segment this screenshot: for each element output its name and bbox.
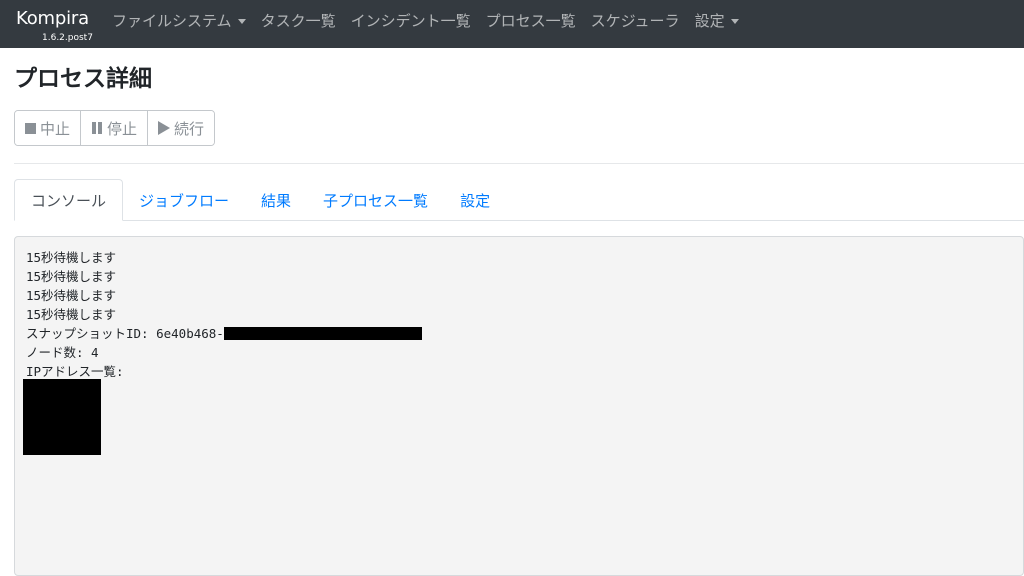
nav-item-label: インシデント一覧 — [350, 12, 471, 30]
nav-item-tasks[interactable]: タスク一覧 — [261, 11, 336, 31]
nav-item-label: プロセス一覧 — [485, 12, 576, 30]
top-navbar: Kompira 1.6.2.post7 ファイルシステム タスク一覧 インシデン… — [0, 0, 1024, 48]
version-label: 1.6.2.post7 — [42, 33, 93, 43]
nav-item-processes[interactable]: プロセス一覧 — [486, 11, 576, 31]
nav-item-settings[interactable]: 設定 — [695, 11, 739, 31]
console-text: 15秒待機します 15秒待機します 15秒待機します 15秒待機しますスナップショット… — [26, 248, 422, 381]
pause-icon — [91, 122, 103, 134]
console-line: 15秒待機します — [26, 269, 117, 284]
resume-button-label: 続行 — [174, 119, 205, 138]
nav-item-label: スケジューラ — [590, 12, 680, 30]
resume-button[interactable]: 続行 — [147, 111, 215, 145]
console-output[interactable]: 15秒待機します 15秒待機します 15秒待機します 15秒待機しますスナップショット… — [14, 236, 1024, 576]
brand-name[interactable]: Kompira — [16, 7, 89, 31]
nav-item-filesystem[interactable]: ファイルシステム — [112, 11, 246, 31]
stop-icon — [25, 122, 36, 134]
caret-down-icon — [237, 18, 246, 24]
tab-child-processes[interactable]: 子プロセス一覧 — [307, 179, 444, 221]
pause-button[interactable]: 停止 — [80, 111, 148, 145]
brand[interactable]: Kompira 1.6.2.post7 — [16, 7, 96, 47]
nav-item-label: タスク一覧 — [260, 12, 336, 30]
tab-console[interactable]: コンソール — [14, 179, 124, 221]
tab-bar: コンソール ジョブフロー 結果 子プロセス一覧 設定 — [14, 179, 1024, 221]
tab-settings[interactable]: 設定 — [444, 179, 506, 221]
console-line: 15秒待機します — [26, 307, 117, 322]
console-line: 15秒待機します — [26, 288, 117, 303]
nav-menu: ファイルシステム タスク一覧 インシデント一覧 プロセス一覧 スケジューラ 設定 — [112, 0, 754, 42]
console-line: ノード数: 4 — [26, 345, 99, 360]
nav-item-scheduler[interactable]: スケジューラ — [591, 11, 680, 31]
caret-down-icon — [730, 18, 739, 24]
console-line-snapshot: スナップショットID: 6e40b468- — [26, 324, 422, 343]
nav-item-label: ファイルシステム — [112, 12, 232, 30]
redacted-text — [223, 327, 422, 340]
process-control-group: 中止 停止 続行 — [14, 110, 216, 146]
nav-item-incidents[interactable]: インシデント一覧 — [351, 11, 471, 31]
tab-results[interactable]: 結果 — [245, 179, 307, 221]
console-line: 15秒待機します — [26, 250, 117, 265]
tab-jobflow[interactable]: ジョブフロー — [123, 179, 245, 221]
play-icon — [158, 121, 171, 135]
section-divider — [14, 163, 1024, 164]
pause-button-label: 停止 — [107, 119, 138, 138]
nav-item-label: 設定 — [694, 12, 725, 30]
redacted-block — [23, 379, 101, 455]
abort-button-label: 中止 — [40, 119, 71, 138]
abort-button[interactable]: 中止 — [15, 111, 81, 145]
console-line: スナップショットID: 6e40b468- — [26, 326, 224, 341]
page-title: プロセス詳細 — [14, 66, 152, 92]
